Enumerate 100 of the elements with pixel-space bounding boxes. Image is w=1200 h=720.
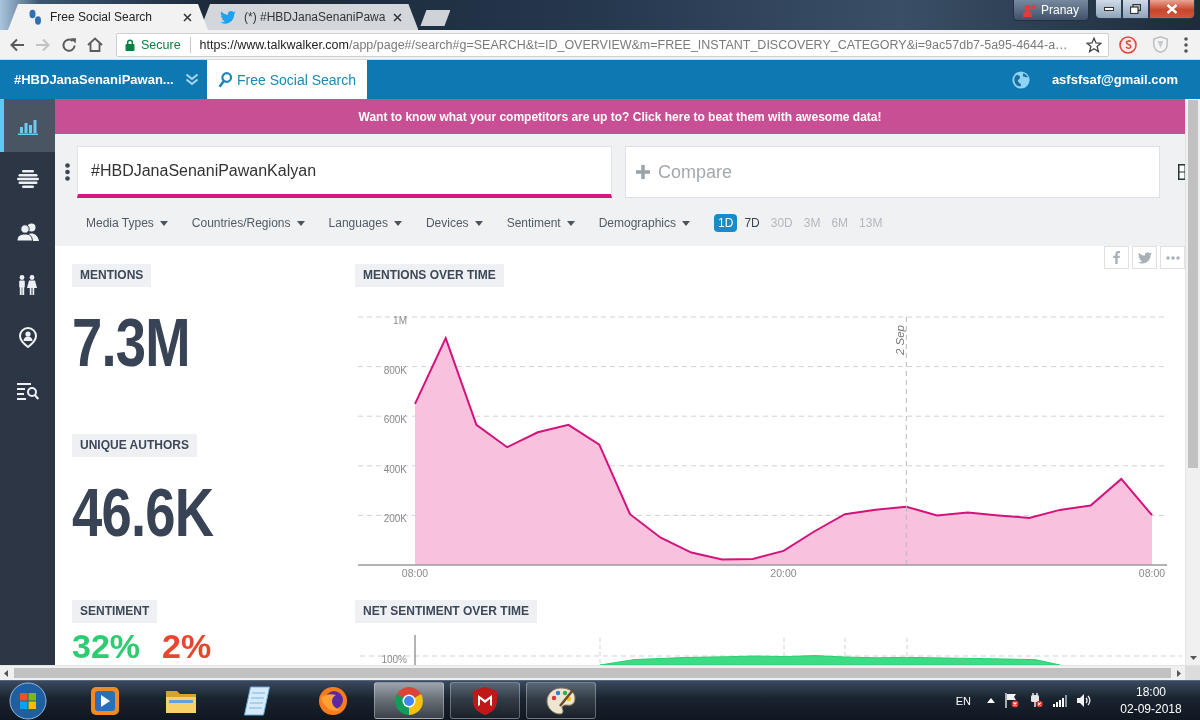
striped-circle-icon bbox=[16, 169, 39, 188]
caret-down-icon bbox=[296, 220, 305, 226]
url-text: https://www.talkwalker.com/app/page#/search#g=SEARCH&t=ID_OVERVIEW&m=FREE_INSTANT_DISCOVERY_CATEGORY&i=9ac57db7-5a95-4644-a… bbox=[199, 37, 1068, 52]
metric-value: 7.3M bbox=[72, 307, 190, 377]
address-bar[interactable]: Secure https://www.talkwalker.com/app/page#/search#g=SEARCH&t=ID_OVERVIEW&m=FREE_INSTANT_DISCOVERY_CATEGORY&i=9ac57db7-5a95-4644-a… bbox=[116, 32, 1109, 57]
forward-arrow-icon bbox=[35, 37, 51, 52]
scrollbar-thumb[interactable] bbox=[1188, 100, 1198, 468]
compare-field[interactable]: Compare bbox=[625, 146, 1160, 198]
plus-icon bbox=[636, 165, 650, 179]
scrollbar-thumb[interactable] bbox=[14, 668, 1171, 678]
security-label: Secure bbox=[141, 37, 181, 52]
avatar-icon bbox=[1022, 3, 1036, 17]
shield-icon[interactable] bbox=[472, 685, 498, 716]
filter-dropdown[interactable]: Countries/Regions bbox=[191, 216, 305, 230]
chart-title: MENTIONS OVER TIME bbox=[355, 264, 504, 287]
clock-date[interactable]: 02-09-2018 bbox=[1120, 700, 1182, 718]
restore-icon bbox=[1130, 4, 1141, 14]
clock-time[interactable]: 18:00 bbox=[1136, 683, 1166, 701]
axis-tick-label: 800K bbox=[383, 364, 407, 376]
reload-icon bbox=[61, 36, 77, 53]
close-button[interactable] bbox=[1149, 0, 1195, 19]
metric-label: SENTIMENT bbox=[72, 600, 158, 623]
caret-down-icon[interactable] bbox=[1189, 656, 1197, 660]
metric-label: UNIQUE AUTHORS bbox=[72, 434, 197, 457]
drag-handle-icon[interactable] bbox=[65, 163, 70, 181]
period-button[interactable]: 7D bbox=[740, 214, 764, 232]
caret-down-icon bbox=[393, 220, 402, 226]
home-icon bbox=[87, 37, 103, 52]
location-user-icon bbox=[18, 327, 37, 348]
caret-down-icon bbox=[566, 220, 575, 226]
filter-dropdown[interactable]: Devices bbox=[425, 216, 483, 230]
chart-title: NET SENTIMENT OVER TIME bbox=[355, 600, 537, 623]
axis-tick-label: 1M bbox=[393, 315, 407, 326]
filter-dropdown[interactable]: Media Types bbox=[86, 216, 168, 230]
account-email[interactable]: asfsfsaf@gmail.com bbox=[1051, 72, 1178, 87]
caret-right-icon[interactable] bbox=[1177, 669, 1181, 677]
bird-icon bbox=[220, 10, 236, 24]
chevron-up-icon[interactable] bbox=[987, 698, 995, 703]
signal-icon[interactable] bbox=[1053, 694, 1067, 707]
axis-tick-label: 100% bbox=[381, 654, 407, 665]
browser-tab[interactable]: Free Social Search bbox=[8, 4, 208, 30]
caret-down-icon bbox=[474, 220, 483, 226]
close-icon[interactable] bbox=[393, 12, 403, 22]
date-annotation: 2 Sep bbox=[894, 325, 907, 356]
sentiment-value: 32% bbox=[72, 629, 141, 663]
horizontal-scrollbar[interactable] bbox=[0, 665, 1200, 680]
taskbar-button[interactable] bbox=[374, 682, 444, 719]
filter-dropdown[interactable]: Languages bbox=[328, 216, 402, 230]
search-tab[interactable]: Free Social Search bbox=[207, 60, 368, 99]
sentiment-value: 2% bbox=[162, 629, 212, 663]
axis-tick-label: 08:00 bbox=[1138, 567, 1166, 579]
caret-down-icon bbox=[159, 220, 168, 226]
language-indicator[interactable]: EN bbox=[955, 694, 971, 707]
filter-dropdown[interactable]: Sentiment bbox=[506, 216, 575, 230]
axis-tick-label: 600K bbox=[383, 414, 407, 426]
axis-tick-label: 400K bbox=[383, 463, 407, 475]
lock-icon bbox=[125, 38, 135, 51]
media-player-icon[interactable] bbox=[90, 685, 120, 716]
profile-button[interactable]: Pranay bbox=[1012, 0, 1089, 21]
extension-icon[interactable] bbox=[1119, 35, 1137, 54]
speaker-icon[interactable] bbox=[1077, 694, 1092, 707]
fox-browser-icon[interactable] bbox=[318, 685, 348, 716]
project-dropdown[interactable]: #HBDJanaSenaniPawan... bbox=[0, 60, 207, 99]
footprints-icon bbox=[28, 9, 42, 25]
man-woman-icon bbox=[18, 274, 37, 295]
axis-tick-label: 08:00 bbox=[401, 567, 429, 579]
restore-button[interactable] bbox=[1122, 0, 1149, 19]
search-icon bbox=[218, 71, 232, 88]
users-icon bbox=[16, 222, 39, 241]
globe-icon[interactable] bbox=[1011, 70, 1030, 89]
query-field[interactable]: #HBDJanaSenaniPawanKalyan bbox=[77, 146, 612, 198]
palette-icon[interactable] bbox=[546, 685, 576, 716]
browser-icon[interactable] bbox=[394, 685, 424, 716]
menu-icon[interactable] bbox=[1184, 36, 1188, 53]
taskbar-button[interactable] bbox=[526, 682, 596, 719]
start-icon bbox=[9, 681, 47, 720]
caret-down-icon bbox=[682, 220, 691, 226]
metric-label: MENTIONS bbox=[72, 264, 152, 287]
metric-value: 46.6K bbox=[72, 477, 214, 547]
close-icon bbox=[1166, 4, 1178, 14]
period-button[interactable]: 1D bbox=[714, 214, 738, 232]
flag-icon[interactable] bbox=[1005, 693, 1019, 708]
caret-left-icon[interactable] bbox=[4, 669, 8, 677]
scrollbar-corner bbox=[1185, 666, 1200, 680]
double-chevron-icon bbox=[185, 73, 199, 86]
notepad-icon[interactable] bbox=[244, 685, 270, 716]
new-tab-button[interactable] bbox=[420, 10, 451, 26]
promo-banner[interactable]: Want to know what your competitors are up to? Click here to beat them with awesome data! bbox=[55, 99, 1185, 134]
axis-tick-label: 20:00 bbox=[770, 567, 797, 579]
axis-tick-label: 200K bbox=[383, 513, 407, 525]
taskbar-button[interactable] bbox=[450, 682, 520, 719]
filter-dropdown[interactable]: Demographics bbox=[598, 216, 691, 230]
minimize-button[interactable] bbox=[1095, 0, 1122, 19]
vertical-scrollbar[interactable] bbox=[1185, 99, 1200, 665]
power-plug-icon[interactable] bbox=[1029, 693, 1043, 708]
star-icon[interactable] bbox=[1086, 36, 1102, 53]
list-search-icon bbox=[16, 381, 39, 400]
minimize-icon bbox=[1103, 7, 1114, 11]
back-arrow-icon bbox=[9, 37, 25, 52]
close-icon[interactable] bbox=[183, 12, 192, 22]
